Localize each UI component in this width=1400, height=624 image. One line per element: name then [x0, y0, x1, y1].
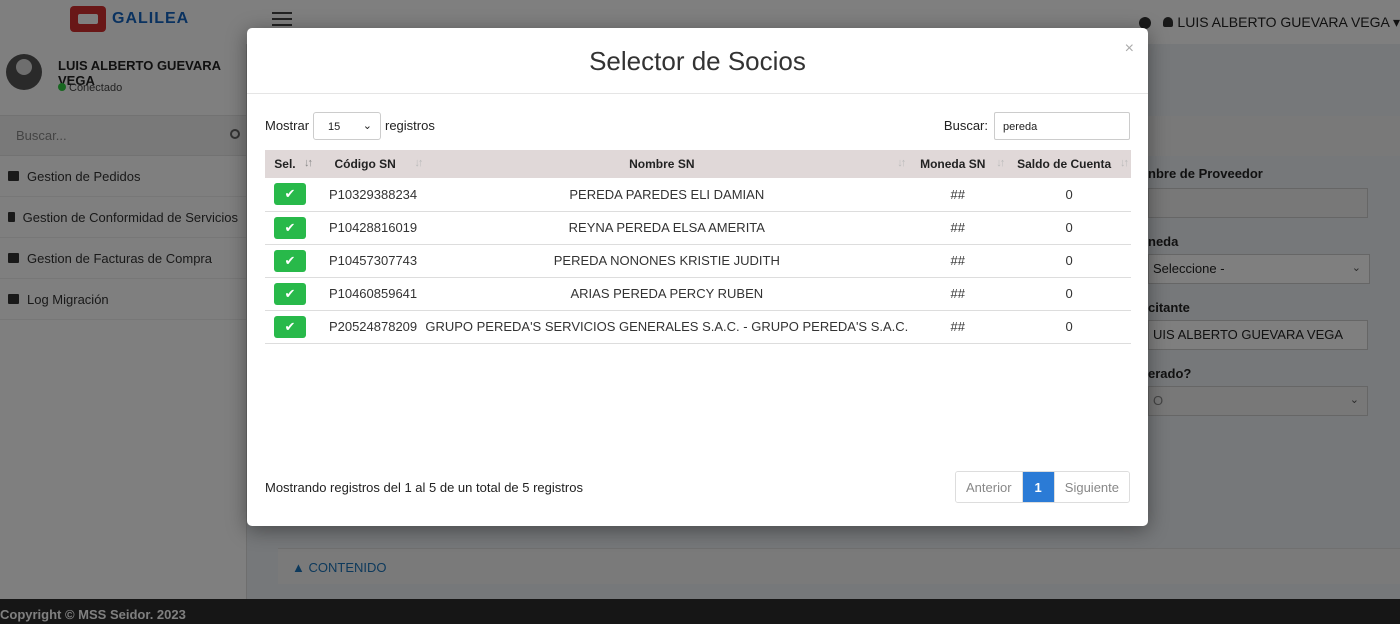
nombre-cell: REYNA PEREDA ELSA AMERITA [425, 211, 909, 245]
chevron-down-icon: ⌄ [362, 120, 372, 132]
moneda-cell: ## [908, 277, 1008, 311]
moneda-cell: ## [908, 178, 1008, 212]
nombre-cell: ARIAS PEREDA PERCY RUBEN [425, 277, 909, 311]
nombre-cell: GRUPO PEREDA'S SERVICIOS GENERALES S.A.C… [425, 310, 909, 344]
saldo-cell: 0 [1007, 277, 1131, 311]
table-row: ✔ P10428816019 REYNA PEREDA ELSA AMERITA… [265, 211, 1131, 245]
saldo-cell: 0 [1007, 211, 1131, 245]
codigo-cell: P10428816019 [314, 211, 426, 245]
sort-icon: ↓↑ [897, 157, 906, 169]
table-controls: Mostrar 15 ⌄ registros Buscar: pereda [265, 112, 1130, 142]
length-select[interactable]: 15 ⌄ [313, 112, 381, 140]
nombre-cell: PEREDA NONONES KRISTIE JUDITH [425, 244, 909, 278]
select-row-button[interactable]: ✔ [273, 282, 306, 305]
saldo-cell: 0 [1007, 178, 1131, 212]
pagination: Anterior 1 Siguiente [955, 471, 1130, 503]
codigo-cell: P10460859641 [314, 277, 426, 311]
table-row: ✔ P10457307743 PEREDA NONONES KRISTIE JU… [265, 244, 1131, 278]
saldo-cell: 0 [1007, 310, 1131, 344]
table-row: ✔ P10460859641 ARIAS PEREDA PERCY RUBEN … [265, 277, 1131, 311]
search-input[interactable]: pereda [994, 112, 1130, 140]
saldo-cell: 0 [1007, 244, 1131, 278]
codigo-cell: P10329388234 [314, 178, 426, 212]
moneda-cell: ## [908, 211, 1008, 245]
codigo-cell: P20524878209 [314, 310, 426, 344]
moneda-cell: ## [908, 244, 1008, 278]
select-row-button[interactable]: ✔ [273, 183, 306, 206]
col-codigo[interactable]: Código SN ↓↑ [315, 150, 425, 178]
table-row: ✔ P20524878209 GRUPO PEREDA'S SERVICIOS … [265, 310, 1131, 344]
pagination-next-button[interactable]: Siguiente [1054, 472, 1129, 502]
table-info: Mostrando registros del 1 al 5 de un tot… [265, 480, 583, 495]
col-sel[interactable]: Sel. ↓↑ [265, 150, 315, 178]
socios-table: Sel. ↓↑ Código SN ↓↑ Nombre SN ↓↑ Moneda SN… [265, 150, 1131, 344]
sort-icon: ↓↑ [1120, 157, 1129, 169]
select-row-button[interactable]: ✔ [273, 216, 306, 239]
modal-title: Selector de Socios [589, 46, 806, 76]
moneda-cell: ## [908, 310, 1008, 344]
table-header-row: Sel. ↓↑ Código SN ↓↑ Nombre SN ↓↑ Moneda SN… [265, 150, 1131, 178]
col-moneda[interactable]: Moneda SN ↓↑ [908, 150, 1007, 178]
close-icon[interactable]: × [1125, 40, 1134, 58]
select-row-button[interactable]: ✔ [273, 249, 306, 272]
length-label: Mostrar [265, 118, 310, 133]
table-row: ✔ P10329388234 PEREDA PAREDES ELI DAMIAN… [265, 178, 1131, 212]
length-suffix: registros [385, 118, 435, 133]
selector-socios-modal: Selector de Socios × Mostrar 15 ⌄ registr… [247, 28, 1148, 526]
pagination-prev-button[interactable]: Anterior [956, 472, 1023, 502]
sort-icon: ↓↑ [414, 157, 423, 169]
col-saldo[interactable]: Saldo de Cuenta ↓↑ [1007, 150, 1131, 178]
sort-icon: ↓↑ [996, 157, 1005, 169]
col-nombre[interactable]: Nombre SN ↓↑ [425, 150, 908, 178]
search-label: Buscar: [943, 118, 988, 133]
codigo-cell: P10457307743 [314, 244, 426, 278]
nombre-cell: PEREDA PAREDES ELI DAMIAN [425, 178, 909, 212]
sort-icon: ↓↑ [303, 157, 313, 169]
modal-header: Selector de Socios × [247, 28, 1148, 94]
pagination-page-1[interactable]: 1 [1022, 472, 1055, 502]
select-row-button[interactable]: ✔ [273, 315, 306, 338]
